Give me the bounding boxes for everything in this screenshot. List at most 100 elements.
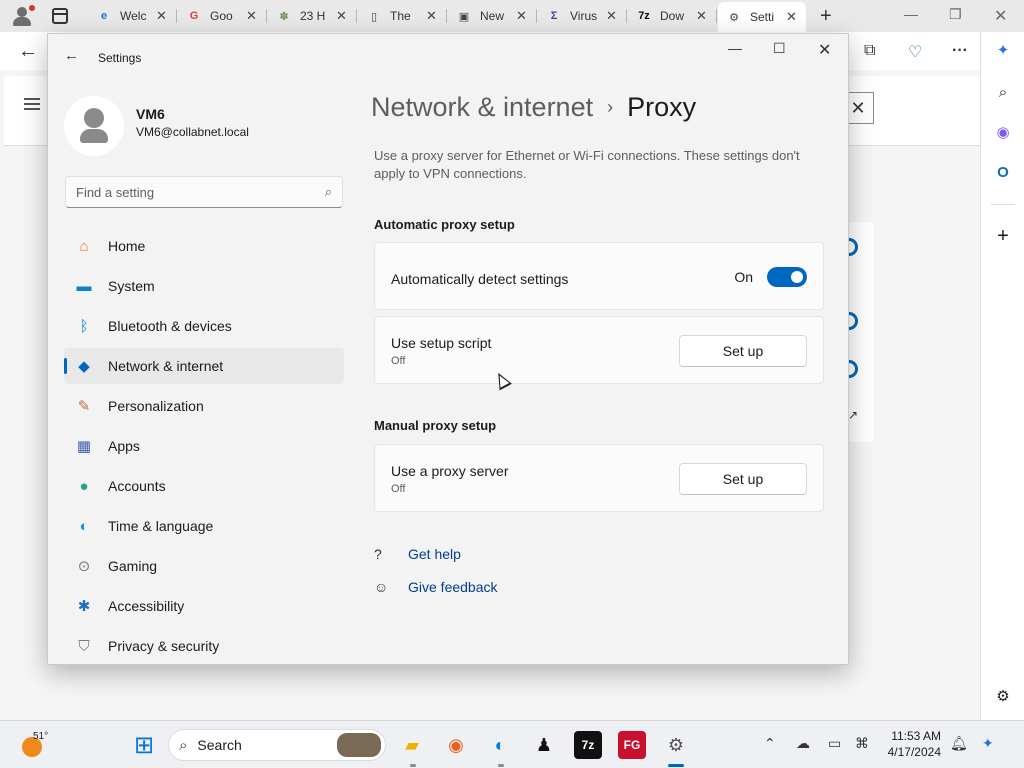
browser-essentials-icon[interactable]: ♡ (908, 42, 922, 62)
display-icon[interactable]: ▭ (828, 735, 841, 752)
page-title: Proxy (627, 92, 697, 122)
clock-date: 4/17/2024 (887, 745, 941, 759)
close-icon[interactable]: ✕ (818, 40, 831, 60)
web-page-panel: ↗ (846, 222, 874, 442)
sidebar-item-time-language[interactable]: ◐ Time & language (64, 508, 344, 544)
sidebar-item-accessibility[interactable]: ✱ Accessibility (64, 588, 344, 624)
proxy-server-setup-button[interactable]: Set up (679, 463, 807, 495)
tab-actions-icon[interactable] (52, 8, 68, 24)
sidebar-item-home[interactable]: ⌂ Home (64, 228, 344, 264)
m365-icon[interactable]: ◉ (993, 122, 1013, 142)
hamburger-menu-icon[interactable] (24, 98, 40, 113)
get-help-label[interactable]: Get help (408, 546, 461, 562)
sidebar-item-gaming[interactable]: ⊙ Gaming (64, 548, 344, 584)
settings-icon[interactable]: ⚙ (662, 731, 690, 759)
firefox-icon[interactable]: ◉ (442, 731, 470, 759)
browser-tab[interactable]: 7z Dow ✕ (628, 4, 716, 28)
feedback-icon: ☺ (374, 579, 389, 595)
sidebar-item-label: Bluetooth & devices (108, 318, 232, 334)
tab-separator (446, 9, 447, 23)
sidebar-item-label: Home (108, 238, 146, 254)
browser-minimize-icon[interactable]: — (904, 6, 918, 22)
tab-close-icon[interactable]: ✕ (516, 8, 527, 24)
profile-avatar-icon[interactable] (10, 5, 35, 27)
sidebar-item-label: Accessibility (108, 598, 185, 614)
cloud-offline-icon[interactable]: ☁ (796, 735, 810, 752)
manual-proxy-heading: Manual proxy setup (374, 418, 497, 433)
proxy-server-card: Use a proxy server Off Set up (374, 444, 824, 512)
tab-close-icon[interactable]: ✕ (336, 8, 347, 24)
clock[interactable]: 11:53 AM 4/17/2024 (883, 729, 941, 759)
sidebar-item-network-internet[interactable]: ◆ Network & internet (64, 348, 344, 384)
copilot-icon[interactable]: ✦ (982, 735, 994, 752)
tab-close-icon[interactable]: ✕ (696, 8, 707, 24)
browser-close-icon[interactable]: ✕ (994, 6, 1007, 26)
7zip-icon[interactable]: 7z (574, 731, 602, 759)
breadcrumb-parent[interactable]: Network & internet (371, 92, 593, 123)
browser-tab[interactable]: ⚙ Setti ✕ (718, 2, 806, 32)
sidebar-item-privacy-security[interactable]: ⛉ Privacy & security (64, 628, 344, 664)
browser-restore-icon[interactable]: ❐ (949, 6, 962, 23)
wifi-icon: ◆ (78, 358, 90, 375)
browser-tab[interactable]: e Welc ✕ (88, 4, 176, 28)
fg-app-icon[interactable]: FG (618, 731, 646, 759)
weather-widget[interactable]: 51° (20, 731, 48, 757)
sidebar-item-label: Personalization (108, 398, 204, 414)
browser-back-icon[interactable]: ← (18, 40, 38, 63)
browser-tab[interactable]: ✽ 23 H ✕ (268, 4, 356, 28)
tab-close-icon[interactable]: ✕ (426, 8, 437, 24)
person-app-icon[interactable]: ♟ (530, 731, 558, 759)
chevron-up-icon[interactable]: ⌃ (764, 735, 776, 752)
tab-separator (536, 9, 537, 23)
network-icon[interactable]: ⌘ (855, 735, 869, 752)
more-options-icon[interactable]: ··· (952, 42, 968, 60)
copilot-icon[interactable]: ✦ (993, 40, 1013, 60)
setup-script-button[interactable]: Set up (679, 335, 807, 367)
edge-icon: e (100, 10, 108, 22)
clock-time: 11:53 AM (891, 729, 941, 743)
tab-title: Goo (210, 9, 233, 23)
external-link-icon[interactable]: ↗ (848, 408, 858, 422)
get-help-link[interactable]: ? Get help (374, 546, 461, 562)
sidebar-item-label: Accounts (108, 478, 166, 494)
search-input[interactable] (66, 177, 306, 207)
give-feedback-label[interactable]: Give feedback (408, 579, 498, 595)
add-icon[interactable]: + (993, 225, 1013, 247)
tab-close-icon[interactable]: ✕ (606, 8, 617, 24)
sidebar-item-system[interactable]: ▬ System (64, 268, 344, 304)
minimize-icon[interactable]: — (728, 40, 742, 56)
tab-close-icon[interactable]: ✕ (156, 8, 167, 24)
sidebar-item-label: Time & language (108, 518, 214, 534)
auto-detect-toggle[interactable] (767, 267, 807, 287)
browser-tab[interactable]: ▣ New ✕ (448, 4, 536, 28)
browser-tab[interactable]: Σ Virus ✕ (538, 4, 626, 28)
tab-close-icon[interactable]: ✕ (786, 9, 797, 25)
tab-close-icon[interactable]: ✕ (246, 8, 257, 24)
7zip-icon: 7z (638, 10, 650, 22)
maximize-icon[interactable]: ☐ (773, 40, 786, 57)
sidebar-item-apps[interactable]: ▦ Apps (64, 428, 344, 464)
virustotal-icon: Σ (550, 10, 558, 22)
file-explorer-icon[interactable]: ▰ (398, 731, 426, 759)
sidebar-settings-icon[interactable]: ⚙ (993, 686, 1013, 706)
avatar[interactable] (64, 96, 124, 156)
new-tab-button[interactable]: + (820, 5, 832, 28)
search-icon[interactable]: ⌕ (325, 184, 332, 200)
browser-tab[interactable]: ▯ The ✕ (358, 4, 446, 28)
start-icon[interactable]: ⊞ (130, 731, 158, 759)
search-icon[interactable]: ⌕ (993, 82, 1013, 102)
tab-separator (626, 9, 627, 23)
browser-tab[interactable]: G Goo ✕ (178, 4, 266, 28)
back-icon[interactable]: ← (64, 47, 79, 64)
sidebar-item-accounts[interactable]: ● Accounts (64, 468, 344, 504)
edge-icon[interactable]: ◐ (486, 731, 514, 759)
outlook-icon[interactable]: O (993, 162, 1013, 182)
bluetooth-icon: ᛒ (79, 317, 89, 335)
sidebar-item-personalization[interactable]: ✎ Personalization (64, 388, 344, 424)
taskbar-search[interactable]: ⌕ Search (168, 729, 386, 761)
notification-bell-icon[interactable]: 🔔︎ (950, 735, 968, 752)
user-name: VM6 (136, 106, 165, 122)
collections-icon[interactable]: ⧉ (864, 42, 875, 60)
give-feedback-link[interactable]: ☺ Give feedback (374, 579, 498, 595)
sidebar-item-bluetooth-devices[interactable]: ᛒ Bluetooth & devices (64, 308, 344, 344)
